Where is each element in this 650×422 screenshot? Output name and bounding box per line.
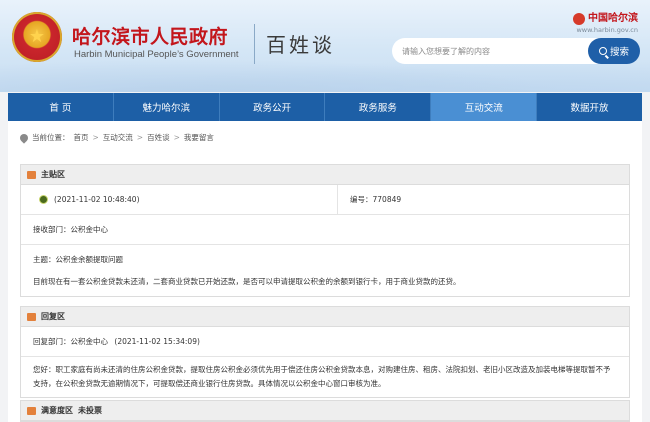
main-post-time: (2021-11-02 10:48:40) — [54, 195, 140, 204]
nav-item-interaction[interactable]: 互动交流 — [431, 93, 538, 121]
breadcrumb-separator: > — [173, 133, 180, 142]
site-header: ★ 哈尔滨市人民政府 Harbin Municipal People’s Gov… — [0, 0, 650, 92]
breadcrumb: 当前位置： 首页 > 互动交流 > 百姓谈 > 我要留言 — [18, 131, 214, 144]
location-pin-icon — [18, 131, 30, 144]
main-nav: 首 页 魅力哈尔滨 政务公开 政务服务 互动交流 数据开放 — [8, 93, 642, 121]
search-icon — [598, 47, 607, 55]
section-icon — [27, 170, 36, 179]
header-divider — [254, 24, 255, 64]
main-post-header: 主贴区 — [21, 165, 629, 185]
satisfaction-header: 满意度区 未投票 — [21, 401, 629, 421]
site-name: 中国哈尔滨 — [588, 13, 638, 24]
gov-title[interactable]: 哈尔滨市人民政府 — [72, 22, 228, 49]
reply-header: 回复区 — [21, 307, 629, 327]
reply-meta-row: 回复部门：公积金中心 (2021-11-02 15:34:09) — [21, 327, 629, 357]
content-area: 当前位置： 首页 > 互动交流 > 百姓谈 > 我要留言 主贴区 (2021-1… — [8, 121, 642, 422]
satisfaction-panel: 满意度区 未投票 — [20, 400, 630, 422]
section-icon — [27, 406, 36, 415]
breadcrumb-interaction[interactable]: 互动交流 — [103, 132, 133, 143]
site-logo-icon — [573, 12, 585, 25]
section-icon — [27, 312, 36, 321]
dept-label: 接收部门： — [33, 225, 71, 234]
breadcrumb-prefix: 当前位置： — [32, 133, 70, 142]
vote-status: 未投票 — [78, 406, 102, 415]
reply-body: 您好：职工家庭有尚未还清的住房公积金贷款，提取住房公积金必须优先用于偿还住房公积… — [33, 365, 611, 388]
national-emblem-icon: ★ — [12, 12, 62, 62]
main-post-dept-row: 接收部门：公积金中心 — [21, 215, 629, 245]
reply-dept: 公积金中心 — [70, 337, 109, 346]
subject-label: 主题： — [33, 255, 56, 264]
reply-time: (2021-11-02 15:34:09) — [114, 337, 200, 346]
main-post-meta: (2021-11-02 10:48:40) 编号： 770849 — [21, 185, 629, 215]
site-logo[interactable]: 中国哈尔滨 www.harbin.gov.cn — [573, 9, 638, 34]
subject-value: 公积金余额提取问题 — [55, 255, 124, 264]
main-post-panel: 主贴区 (2021-11-02 10:48:40) 编号： 770849 接收部… — [20, 164, 630, 297]
nav-item-charm-harbin[interactable]: 魅力哈尔滨 — [114, 93, 220, 121]
breadcrumb-current: 我要留言 — [183, 133, 214, 142]
speaker-icon — [39, 195, 48, 204]
breadcrumb-home[interactable]: 首页 — [74, 132, 89, 143]
reply-dept-label: 回复部门： — [33, 337, 71, 346]
reply-panel: 回复区 回复部门：公积金中心 (2021-11-02 15:34:09) 您好：… — [20, 306, 630, 398]
nav-item-gov-affairs[interactable]: 政务公开 — [220, 93, 326, 121]
site-url: www.harbin.gov.cn — [576, 25, 638, 34]
search-bar: 搜索 — [392, 38, 640, 64]
post-number-label: 编号： — [350, 195, 373, 204]
gov-subtitle: Harbin Municipal People’s Government — [74, 49, 239, 60]
dept-value: 公积金中心 — [70, 225, 109, 234]
main-post-heading: 主贴区 — [41, 170, 65, 179]
search-button-label: 搜索 — [609, 47, 629, 58]
nav-item-open-data[interactable]: 数据开放 — [537, 93, 642, 121]
search-button[interactable]: 搜索 — [588, 38, 640, 64]
search-input[interactable] — [392, 38, 604, 64]
post-number: 770849 — [372, 195, 402, 204]
reply-heading: 回复区 — [41, 312, 65, 321]
breadcrumb-separator: > — [136, 133, 144, 142]
main-post-body: 目前现在有一套公积金贷款未还清，二套商业贷款已开始还款，是否可以申请提取公积金的… — [33, 277, 461, 286]
main-post-subject-row: 主题：公积金余额提取问题 目前现在有一套公积金贷款未还清，二套商业贷款已开始还款… — [21, 245, 629, 296]
section-title: 百姓谈 — [266, 33, 335, 57]
nav-item-home[interactable]: 首 页 — [8, 93, 114, 121]
nav-item-gov-services[interactable]: 政务服务 — [325, 93, 432, 121]
breadcrumb-baixingtan[interactable]: 百姓谈 — [147, 132, 170, 143]
satisfaction-heading: 满意度区 — [41, 406, 73, 415]
breadcrumb-separator: > — [92, 133, 99, 142]
